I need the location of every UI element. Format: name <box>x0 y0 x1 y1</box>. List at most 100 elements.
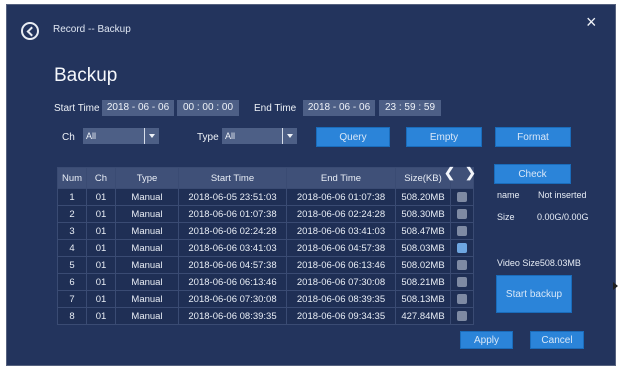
row-type: Manual <box>115 273 179 291</box>
row-select-cell <box>450 290 474 308</box>
end-date-field[interactable]: 2018 - 06 - 06 <box>303 100 375 116</box>
row-select-checkbox[interactable] <box>457 276 467 287</box>
row-end-time: 2018-06-06 03:41:03 <box>286 222 396 240</box>
row-select-cell <box>450 273 474 291</box>
prev-page-icon[interactable]: ❮ <box>444 165 455 181</box>
empty-button[interactable]: Empty <box>406 127 482 147</box>
row-size: 427.84MB <box>395 307 451 325</box>
row-end-time: 2018-06-06 06:13:46 <box>286 256 396 274</box>
row-ch: 01 <box>86 307 116 325</box>
apply-button[interactable]: Apply <box>460 331 513 349</box>
back-icon[interactable] <box>21 22 39 40</box>
row-size: 508.13MB <box>395 290 451 308</box>
query-button[interactable]: Query <box>316 127 390 147</box>
row-select-cell <box>450 205 474 223</box>
row-type: Manual <box>115 307 179 325</box>
type-label: Type <box>197 132 219 143</box>
end-time-field[interactable]: 23 : 59 : 59 <box>379 100 441 116</box>
row-size: 508.02MB <box>395 256 451 274</box>
start-date-field[interactable]: 2018 - 06 - 06 <box>102 100 174 116</box>
row-select-cell <box>450 188 474 206</box>
row-select-checkbox[interactable] <box>457 293 467 304</box>
row-select-cell <box>450 239 474 257</box>
row-type: Manual <box>115 239 179 257</box>
col-num: Num <box>57 167 87 189</box>
col-size: Size(KB) <box>395 167 451 189</box>
arrow-right-icon <box>613 282 618 290</box>
start-time-label: Start Time <box>54 103 100 114</box>
row-select-checkbox[interactable] <box>457 242 467 253</box>
row-start-time: 2018-06-06 01:07:38 <box>178 205 287 223</box>
next-page-icon[interactable]: ❯ <box>465 165 476 181</box>
row-end-time: 2018-06-06 04:57:38 <box>286 239 396 257</box>
end-time-label: End Time <box>254 103 297 114</box>
row-ch: 01 <box>86 188 116 206</box>
name-value: Not inserted <box>538 190 587 200</box>
chevron-down-icon <box>144 128 159 144</box>
row-ch: 01 <box>86 273 116 291</box>
table-row[interactable]: 1 01 Manual 2018-06-05 23:51:03 2018-06-06 0… <box>57 188 474 206</box>
row-type: Manual <box>115 290 179 308</box>
col-end-time: End Time <box>286 167 396 189</box>
video-size: Video Size508.03MB <box>497 258 581 268</box>
row-num: 3 <box>57 222 87 240</box>
row-type: Manual <box>115 222 179 240</box>
row-size: 508.20MB <box>395 188 451 206</box>
cancel-button[interactable]: Cancel <box>530 331 584 349</box>
backup-window: Record -- Backup × Backup Start Time 201… <box>6 4 616 366</box>
close-icon[interactable]: × <box>586 13 597 31</box>
table-row[interactable]: 4 01 Manual 2018-06-06 03:41:03 2018-06-06 0… <box>57 239 474 257</box>
row-end-time: 2018-06-06 07:30:08 <box>286 273 396 291</box>
start-backup-button[interactable]: Start backup <box>496 275 572 313</box>
breadcrumb: Record -- Backup <box>53 24 131 35</box>
row-type: Manual <box>115 188 179 206</box>
table-row[interactable]: 8 01 Manual 2018-06-06 08:39:35 2018-06-06 0… <box>57 307 474 325</box>
row-end-time: 2018-06-06 01:07:38 <box>286 188 396 206</box>
row-num: 5 <box>57 256 87 274</box>
ch-label: Ch <box>62 132 75 143</box>
row-num: 8 <box>57 307 87 325</box>
row-start-time: 2018-06-06 06:13:46 <box>178 273 287 291</box>
table-row[interactable]: 5 01 Manual 2018-06-06 04:57:38 2018-06-06 0… <box>57 256 474 274</box>
type-select-value: All <box>225 131 236 141</box>
col-start-time: Start Time <box>178 167 287 189</box>
row-select-cell <box>450 256 474 274</box>
row-select-checkbox[interactable] <box>457 225 467 236</box>
row-select-checkbox[interactable] <box>457 310 467 321</box>
row-size: 508.03MB <box>395 239 451 257</box>
row-start-time: 2018-06-06 03:41:03 <box>178 239 287 257</box>
row-ch: 01 <box>86 222 116 240</box>
row-start-time: 2018-06-06 08:39:35 <box>178 307 287 325</box>
row-start-time: 2018-06-06 04:57:38 <box>178 256 287 274</box>
name-label: name <box>497 190 520 200</box>
row-ch: 01 <box>86 239 116 257</box>
table-row[interactable]: 6 01 Manual 2018-06-06 06:13:46 2018-06-06 0… <box>57 273 474 291</box>
format-button[interactable]: Format <box>495 127 571 147</box>
row-select-checkbox[interactable] <box>457 208 467 219</box>
row-select-checkbox[interactable] <box>457 191 467 202</box>
row-end-time: 2018-06-06 02:24:28 <box>286 205 396 223</box>
row-end-time: 2018-06-06 08:39:35 <box>286 290 396 308</box>
row-size: 508.21MB <box>395 273 451 291</box>
row-start-time: 2018-06-06 02:24:28 <box>178 222 287 240</box>
table-row[interactable]: 7 01 Manual 2018-06-06 07:30:08 2018-06-06 0… <box>57 290 474 308</box>
record-table: Num Ch Type Start Time End Time Size(KB)… <box>57 167 474 325</box>
table-row[interactable]: 3 01 Manual 2018-06-06 02:24:28 2018-06-06 0… <box>57 222 474 240</box>
row-type: Manual <box>115 205 179 223</box>
ch-select-value: All <box>86 131 97 141</box>
row-ch: 01 <box>86 256 116 274</box>
size-label: Size <box>497 212 515 222</box>
start-time-field[interactable]: 00 : 00 : 00 <box>177 100 239 116</box>
ch-select[interactable]: All <box>83 128 159 144</box>
row-num: 6 <box>57 273 87 291</box>
size-value: 0.00G/0.00G <box>537 212 589 222</box>
col-type: Type <box>115 167 179 189</box>
row-start-time: 2018-06-06 07:30:08 <box>178 290 287 308</box>
type-select[interactable]: All <box>222 128 297 144</box>
check-button[interactable]: Check <box>494 164 571 184</box>
row-select-checkbox[interactable] <box>457 259 467 270</box>
table-row[interactable]: 2 01 Manual 2018-06-06 01:07:38 2018-06-06 0… <box>57 205 474 223</box>
chevron-down-icon <box>282 128 297 144</box>
col-ch: Ch <box>86 167 116 189</box>
row-num: 4 <box>57 239 87 257</box>
